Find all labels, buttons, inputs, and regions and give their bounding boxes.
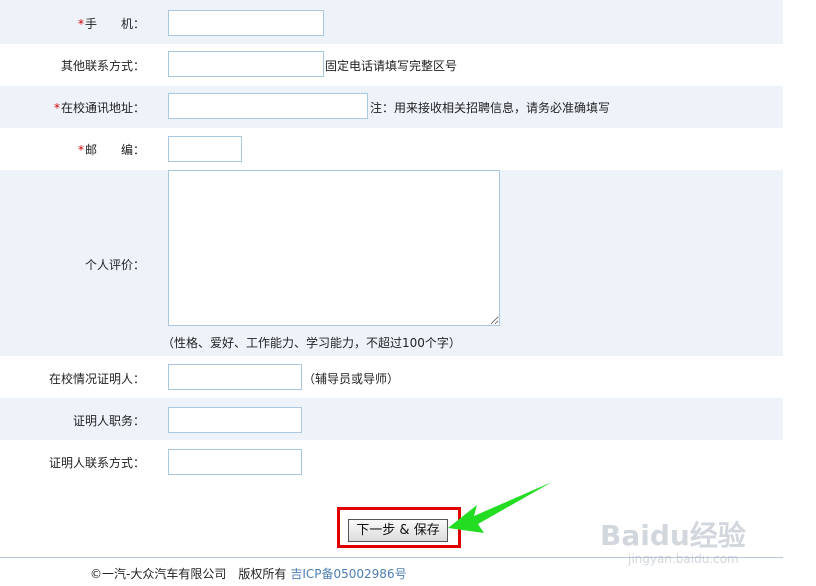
watermark-text: Baidu经验	[600, 519, 746, 552]
witness-title-label: 证明人职务：	[72, 414, 145, 428]
witness-hint: （辅导员或导师）	[303, 372, 400, 386]
postcode-input[interactable]	[168, 136, 242, 162]
witness-title-input[interactable]	[168, 407, 302, 433]
required-mark: *	[53, 101, 60, 115]
witness-contact-label: 证明人联系方式：	[48, 456, 145, 470]
other-contact-hint: 固定电话请填写完整区号	[325, 59, 458, 73]
other-contact-input[interactable]	[168, 51, 324, 77]
address-label: *在校通讯地址：	[53, 101, 145, 115]
self-eval-label: 个人评价：	[84, 258, 145, 272]
icp-link[interactable]: 吉ICP备05002986号	[290, 567, 406, 581]
address-hint: 注：用来接收相关招聘信息，请务必准确填写	[370, 101, 611, 115]
footer: ©一汽-大众汽车有限公司 版权所有 吉ICP备05002986号	[90, 565, 407, 582]
address-input[interactable]	[168, 93, 368, 119]
required-mark: *	[77, 143, 84, 157]
mobile-input[interactable]	[168, 10, 324, 36]
next-save-button[interactable]: 下一步 & 保存	[348, 519, 448, 542]
green-arrow-icon	[448, 482, 552, 533]
witness-contact-input[interactable]	[168, 449, 302, 475]
copyright-text: ©一汽-大众汽车有限公司 版权所有	[90, 567, 287, 581]
mobile-label: *手 机：	[77, 17, 145, 31]
witness-input[interactable]	[168, 364, 302, 390]
postcode-label: *邮 编：	[77, 143, 145, 157]
required-mark: *	[77, 17, 84, 31]
self-eval-textarea[interactable]	[168, 170, 500, 326]
watermark-url: jingyan.baidu.com	[628, 552, 739, 566]
other-contact-label: 其他联系方式：	[60, 59, 145, 73]
self-eval-hint: （性格、爱好、工作能力、学习能力，不超过100个字）	[162, 336, 461, 350]
witness-label: 在校情况证明人：	[48, 372, 145, 386]
baidu-watermark: Baidu经验 jingyan.baidu.com	[600, 508, 800, 576]
